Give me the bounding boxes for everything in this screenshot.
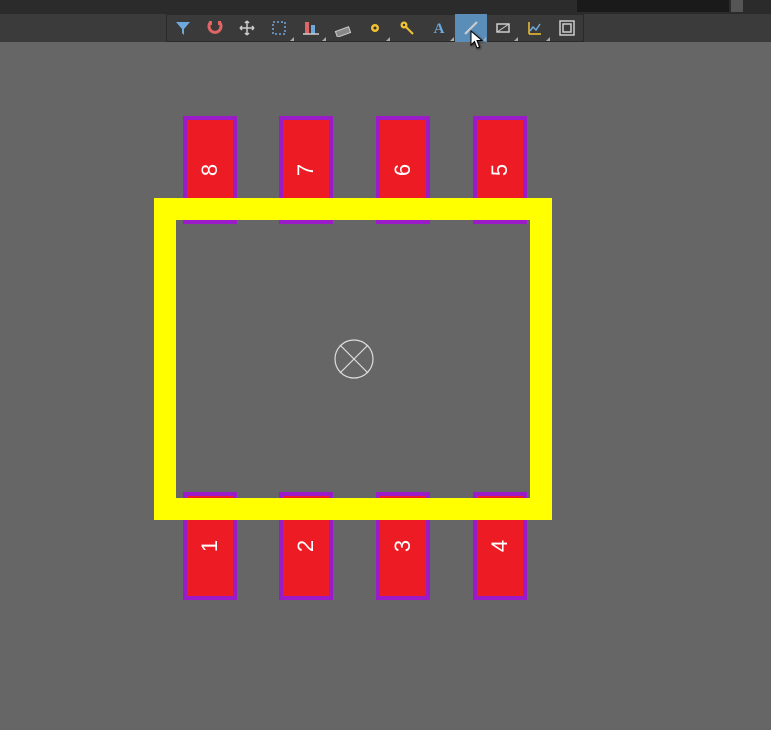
pad-number: 7	[293, 164, 319, 176]
dropdown-corner-icon	[514, 37, 518, 41]
origin-marker-icon	[333, 338, 375, 380]
select-rect-icon	[270, 19, 288, 37]
text-icon: A	[430, 19, 448, 37]
dropdown-corner-icon	[322, 37, 326, 41]
dropdown-corner-icon	[546, 37, 550, 41]
snap-icon	[206, 19, 224, 37]
pad-number: 5	[487, 164, 513, 176]
titlebar-button[interactable]	[731, 0, 743, 12]
toolbar-frame-button[interactable]	[551, 14, 583, 42]
toolbar-snap-button[interactable]	[199, 14, 231, 42]
toolbar-move-button[interactable]	[231, 14, 263, 42]
rect-icon	[494, 19, 512, 37]
measure-clear-icon	[334, 19, 352, 37]
dropdown-corner-icon	[290, 37, 294, 41]
toolbar-dimension-1-button[interactable]	[359, 14, 391, 42]
title-bar	[0, 0, 771, 14]
dimension-2-icon	[398, 19, 416, 37]
dropdown-corner-icon	[450, 37, 454, 41]
pad-number: 8	[197, 164, 223, 176]
pad-number: 4	[487, 540, 513, 552]
graph-icon	[526, 19, 544, 37]
svg-text:A: A	[434, 21, 445, 37]
toolbar-filter-button[interactable]	[167, 14, 199, 42]
pad-number: 6	[390, 164, 416, 176]
toolbar: A	[166, 14, 584, 42]
align-icon	[302, 19, 320, 37]
editor-canvas[interactable]: 8 7 6 5 1 2 3 4	[0, 42, 771, 730]
line-icon	[462, 19, 480, 37]
toolbar-align-button[interactable]	[295, 14, 327, 42]
toolbar-graph-button[interactable]	[519, 14, 551, 42]
toolbar-rect-button[interactable]	[487, 14, 519, 42]
pad-number: 2	[293, 540, 319, 552]
toolbar-text-button[interactable]: A	[423, 14, 455, 42]
toolbar-dimension-2-button[interactable]	[391, 14, 423, 42]
toolbar-select-rect-button[interactable]	[263, 14, 295, 42]
filter-icon	[174, 19, 192, 37]
dimension-1-icon	[366, 19, 384, 37]
titlebar-dropdown[interactable]	[577, 0, 729, 12]
dropdown-corner-icon	[482, 37, 486, 41]
toolbar-line-button[interactable]	[455, 14, 487, 42]
dropdown-corner-icon	[386, 37, 390, 41]
toolbar-measure-clear-button[interactable]	[327, 14, 359, 42]
frame-icon	[558, 19, 576, 37]
move-icon	[238, 19, 256, 37]
pad-number: 3	[390, 540, 416, 552]
pad-number: 1	[197, 540, 223, 552]
